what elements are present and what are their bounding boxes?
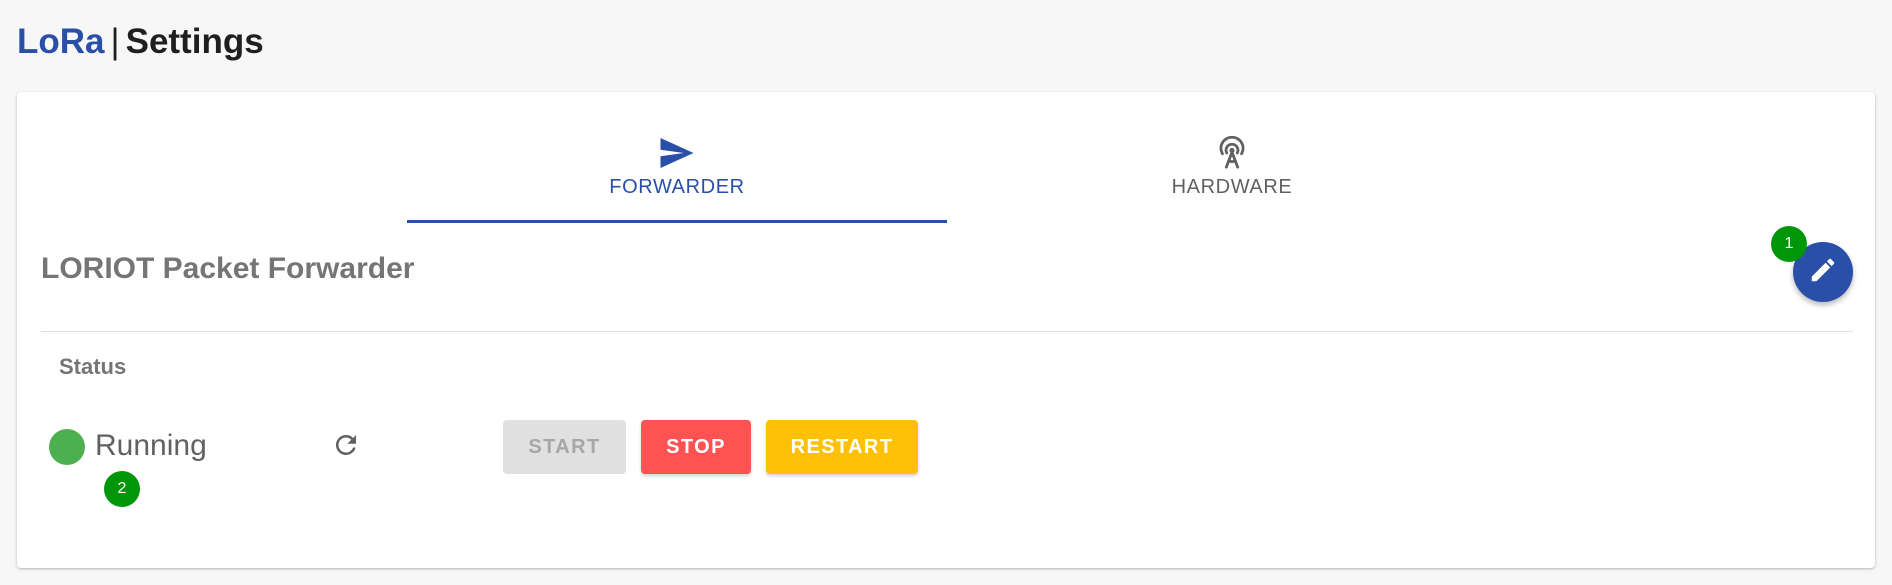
- tab-hardware[interactable]: HARDWARE: [962, 134, 1502, 234]
- tab-hardware-label: HARDWARE: [1171, 176, 1293, 198]
- tab-forwarder-label: FORWARDER: [609, 176, 745, 198]
- refresh-icon: [331, 430, 361, 465]
- tab-forwarder[interactable]: FORWARDER: [407, 134, 947, 234]
- section-divider: [41, 331, 1853, 332]
- status-indicator: [49, 429, 85, 465]
- start-button[interactable]: START: [503, 420, 626, 474]
- page-title: LoRa | Settings: [17, 18, 264, 66]
- active-tab-indicator: [407, 220, 947, 223]
- settings-card: FORWARDER HARDWARE LORIOT Packet Forward…: [17, 92, 1875, 568]
- page-heading: Settings: [125, 22, 264, 61]
- step-marker-2: 2: [104, 471, 140, 507]
- refresh-button[interactable]: [329, 430, 363, 464]
- step-marker-1: 1: [1771, 226, 1807, 262]
- section-title: LORIOT Packet Forwarder: [41, 252, 415, 285]
- stop-button[interactable]: STOP: [641, 420, 751, 474]
- antenna-icon: [1214, 136, 1250, 170]
- status-value: Running: [95, 429, 207, 462]
- send-icon: [659, 136, 695, 170]
- title-separator: |: [110, 22, 120, 61]
- brand-name: LoRa: [17, 22, 105, 61]
- restart-button[interactable]: RESTART: [766, 420, 918, 474]
- status-label: Status: [59, 354, 127, 379]
- pencil-icon: [1808, 255, 1838, 290]
